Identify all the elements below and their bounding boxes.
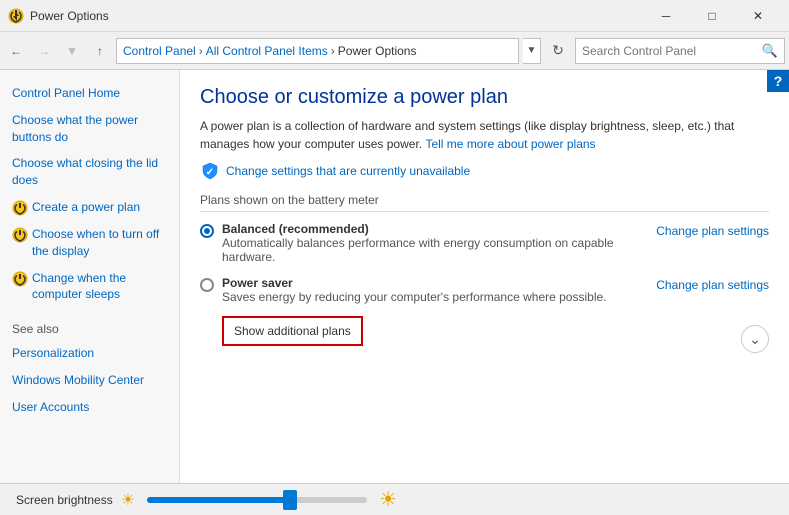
plan-info-power-saver: Power saver Saves energy by reducing you… xyxy=(222,276,656,304)
user-accounts-label: User Accounts xyxy=(12,399,89,416)
svg-text:✓: ✓ xyxy=(206,167,214,178)
back-button[interactable]: ← xyxy=(4,39,28,63)
additional-plans-chevron-icon[interactable]: ⌄ xyxy=(741,325,769,353)
plan-radio-balanced[interactable] xyxy=(200,222,222,241)
page-description: A power plan is a collection of hardware… xyxy=(200,117,769,153)
shield-icon: ✓ xyxy=(200,161,220,181)
sidebar-item-user-accounts[interactable]: User Accounts xyxy=(0,394,179,421)
sidebar-item-home[interactable]: Control Panel Home xyxy=(0,80,179,107)
sleep-icon xyxy=(12,271,28,287)
sidebar-item-turn-off-display[interactable]: Choose when to turn off the display xyxy=(0,221,179,265)
breadcrumb-sep-1: › xyxy=(199,44,203,58)
sidebar-item-mobility[interactable]: Windows Mobility Center xyxy=(0,367,179,394)
plan-row-power-saver: Power saver Saves energy by reducing you… xyxy=(200,276,769,304)
plan-radio-power-saver[interactable] xyxy=(200,276,222,295)
change-unavail-row: ✓ Change settings that are currently una… xyxy=(200,161,769,181)
brightness-fill xyxy=(147,497,290,503)
sidebar-turn-off-display-label: Choose when to turn off the display xyxy=(32,226,167,260)
breadcrumb: Control Panel › All Control Panel Items … xyxy=(116,38,519,64)
plan-settings-link-balanced[interactable]: Change plan settings xyxy=(656,222,769,238)
breadcrumb-all-items[interactable]: All Control Panel Items xyxy=(206,44,328,58)
breadcrumb-control-panel[interactable]: Control Panel xyxy=(123,44,196,58)
refresh-button[interactable]: ↻ xyxy=(545,38,571,64)
breadcrumb-dropdown[interactable]: ▼ xyxy=(523,38,541,64)
plans-section-label: Plans shown on the battery meter xyxy=(200,193,769,212)
breadcrumb-sep-2: › xyxy=(331,44,335,58)
bottom-bar: Screen brightness ☀ ☀ xyxy=(0,483,789,515)
app-icon xyxy=(8,8,24,24)
sidebar-item-lid[interactable]: Choose what closing the lid does xyxy=(0,150,179,194)
brightness-label: Screen brightness xyxy=(16,493,113,507)
search-input[interactable] xyxy=(582,44,762,58)
plan-name-power-saver: Power saver xyxy=(222,276,656,290)
show-additional-plans-button[interactable]: Show additional plans xyxy=(222,316,363,346)
titlebar-title: Power Options xyxy=(30,9,643,23)
sidebar-item-personalization[interactable]: Personalization xyxy=(0,340,179,367)
power-plan-icon xyxy=(12,200,28,216)
minimize-button[interactable]: ─ xyxy=(643,0,689,32)
breadcrumb-current: Power Options xyxy=(338,44,417,58)
recent-pages-button[interactable]: ▼ xyxy=(60,39,84,63)
sidebar-home-label: Control Panel Home xyxy=(12,85,120,102)
sidebar-sleep-label: Change when the computer sleeps xyxy=(32,270,167,304)
titlebar: Power Options ─ □ ✕ xyxy=(0,0,789,32)
sidebar-item-create-plan[interactable]: Create a power plan xyxy=(0,194,179,221)
sidebar-item-sleep[interactable]: Change when the computer sleeps xyxy=(0,265,179,309)
up-button[interactable]: ↑ xyxy=(88,39,112,63)
forward-button[interactable]: → xyxy=(32,39,56,63)
brightness-sun-right-icon: ☀ xyxy=(379,487,397,512)
personalization-label: Personalization xyxy=(12,345,94,362)
sidebar-power-buttons-label: Choose what the power buttons do xyxy=(12,112,167,146)
search-icon: 🔍 xyxy=(762,43,778,59)
display-icon xyxy=(12,227,28,243)
mobility-label: Windows Mobility Center xyxy=(12,372,144,389)
additional-plans-text: Show additional plans xyxy=(234,324,351,338)
search-box[interactable]: 🔍 xyxy=(575,38,785,64)
plan-settings-link-power-saver[interactable]: Change plan settings xyxy=(656,276,769,292)
brightness-thumb[interactable] xyxy=(283,490,297,510)
brightness-sun-left-icon: ☀ xyxy=(121,490,135,510)
titlebar-controls: ─ □ ✕ xyxy=(643,0,781,32)
close-button[interactable]: ✕ xyxy=(735,0,781,32)
plan-desc-power-saver: Saves energy by reducing your computer's… xyxy=(222,290,656,304)
plan-info-balanced: Balanced (recommended) Automatically bal… xyxy=(222,222,656,264)
sidebar: Control Panel Home Choose what the power… xyxy=(0,70,180,483)
page-title: Choose or customize a power plan xyxy=(200,86,769,109)
plan-row-balanced: Balanced (recommended) Automatically bal… xyxy=(200,222,769,264)
brightness-slider[interactable] xyxy=(147,497,367,503)
radio-power-saver[interactable] xyxy=(200,278,214,292)
sidebar-lid-label: Choose what closing the lid does xyxy=(12,155,167,189)
change-unavail-link[interactable]: Change settings that are currently unava… xyxy=(226,164,470,178)
maximize-button[interactable]: □ xyxy=(689,0,735,32)
learn-more-link[interactable]: Tell me more about power plans xyxy=(425,137,595,151)
plan-name-balanced: Balanced (recommended) xyxy=(222,222,656,236)
content-area: Choose or customize a power plan A power… xyxy=(180,70,789,483)
addressbar: ← → ▼ ↑ Control Panel › All Control Pane… xyxy=(0,32,789,70)
main-layout: Control Panel Home Choose what the power… xyxy=(0,70,789,483)
help-button[interactable]: ? xyxy=(767,70,789,92)
sidebar-create-plan-label: Create a power plan xyxy=(32,199,140,216)
plan-desc-balanced: Automatically balances performance with … xyxy=(222,236,656,264)
radio-balanced[interactable] xyxy=(200,224,214,238)
see-also-label: See also xyxy=(0,308,179,340)
sidebar-item-power-buttons[interactable]: Choose what the power buttons do xyxy=(0,107,179,151)
